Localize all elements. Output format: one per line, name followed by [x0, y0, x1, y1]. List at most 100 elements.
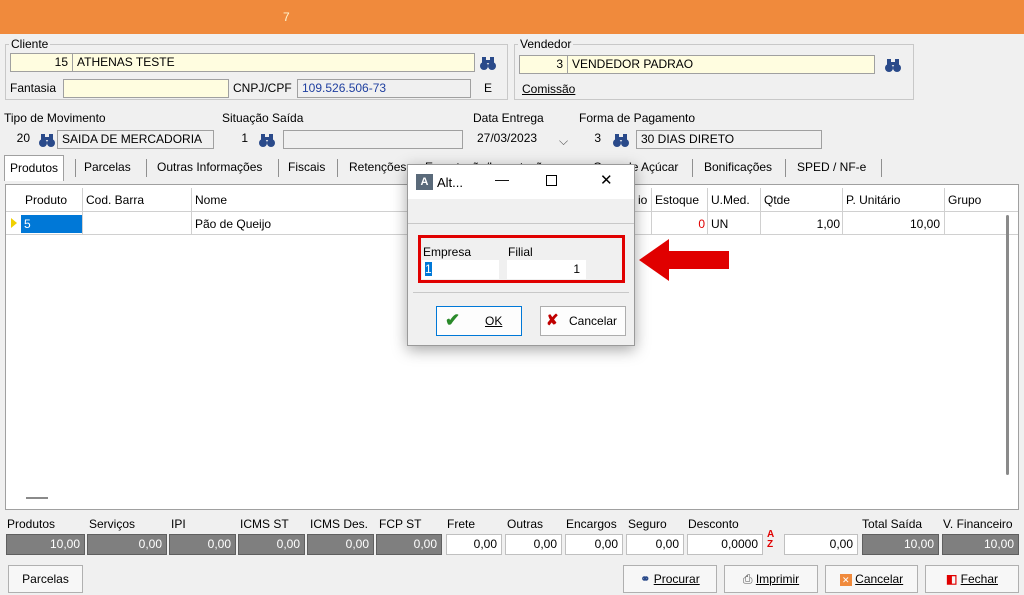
value-desconto-pct[interactable]: 0,0000 — [687, 534, 763, 555]
binoculars-icon: ⚭ — [640, 572, 651, 586]
empresa-value: 1 — [425, 262, 432, 276]
binoculars-icon[interactable] — [258, 132, 276, 148]
tab-separator — [785, 159, 786, 177]
tab-separator — [278, 159, 279, 177]
empresa-input[interactable]: 1 — [422, 260, 499, 279]
binoculars-icon[interactable] — [612, 132, 630, 148]
binoculars-icon[interactable] — [884, 57, 902, 73]
maximize-icon[interactable] — [546, 175, 557, 186]
checkmark-icon: ✔ — [445, 310, 461, 330]
tab-separator — [692, 159, 693, 177]
percent-toggle-icon[interactable]: AZ — [767, 530, 774, 550]
value-icms-st: 0,00 — [238, 534, 305, 555]
grid-line — [760, 188, 761, 234]
data-entrega-label: Data Entrega — [473, 111, 544, 125]
x-icon: ✘ — [546, 312, 559, 329]
dialog-bottom-separator — [413, 292, 629, 293]
title-bar: 7 — [0, 0, 1024, 34]
cell-qtde[interactable]: 1,00 — [764, 215, 840, 233]
record-number: 7 — [283, 10, 290, 24]
vendedor-code-field[interactable]: 3 — [519, 55, 567, 74]
fechar-label: Fechar — [960, 572, 999, 586]
cancelar-button[interactable]: ✕ Cancelar — [825, 565, 918, 593]
binoculars-icon[interactable] — [479, 55, 497, 71]
close-icon[interactable]: ✕ — [600, 171, 613, 189]
col-partial[interactable]: io — [638, 193, 647, 207]
tab-outras-informacoes[interactable]: Outras Informações — [157, 155, 262, 181]
cancelar-label: Cancelar — [855, 572, 904, 586]
value-seguro[interactable]: 0,00 — [626, 534, 684, 555]
cell-grupo[interactable] — [948, 215, 998, 233]
col-estoque[interactable]: Estoque — [655, 193, 699, 207]
cnpj-field[interactable]: 109.526.506-73 — [297, 79, 471, 98]
tipo-code-field[interactable]: 20 — [4, 130, 34, 149]
cell-estoque[interactable]: 0 — [655, 215, 705, 233]
tipo-movimento-label: Tipo de Movimento — [4, 111, 106, 125]
tab-separator — [146, 159, 147, 177]
dialog-title: Alt... — [437, 175, 464, 190]
filial-input[interactable]: 1 — [507, 260, 586, 279]
cell-umed[interactable]: UN — [711, 215, 756, 233]
imprimir-button[interactable]: ⎙ Imprimir — [724, 565, 818, 593]
chevron-down-icon[interactable]: ⌵ — [559, 134, 568, 149]
tipo-name-field: SAIDA DE MERCADORIA — [57, 130, 214, 149]
tab-parcelas[interactable]: Parcelas — [84, 155, 131, 181]
value-desconto-val[interactable]: 0,00 — [784, 534, 858, 555]
cell-produto[interactable]: 5 — [21, 215, 82, 233]
tab-produtos[interactable]: Produtos — [4, 155, 65, 181]
label-encargos: Encargos — [566, 517, 617, 531]
binoculars-icon[interactable] — [38, 132, 56, 148]
forma-code-field[interactable]: 3 — [579, 130, 605, 149]
horizontal-scrollbar[interactable] — [26, 497, 48, 499]
label-desconto: Desconto — [688, 517, 739, 531]
minimize-icon[interactable]: — — [495, 171, 509, 187]
tab-fiscais[interactable]: Fiscais — [288, 155, 325, 181]
grid-line — [944, 188, 945, 234]
cancel-button[interactable]: ✘ Cancelar — [540, 306, 626, 336]
comissao-label: Comissão — [522, 82, 576, 96]
label-icms-des: ICMS Des. — [310, 517, 369, 531]
parcelas-button[interactable]: Parcelas — [8, 565, 83, 593]
value-fcp-st: 0,00 — [376, 534, 442, 555]
red-arrow-icon — [639, 239, 729, 281]
cliente-label: Cliente — [9, 37, 51, 51]
col-punit[interactable]: P. Unitário — [846, 193, 900, 207]
grid-line — [82, 188, 83, 234]
cell-punit[interactable]: 10,00 — [846, 215, 940, 233]
cliente-name-field[interactable]: ATHENAS TESTE — [72, 53, 475, 72]
col-nome[interactable]: Nome — [195, 193, 227, 207]
e-label: E — [484, 81, 493, 95]
cancel-square-icon: ✕ — [839, 573, 852, 586]
procurar-label: Procurar — [653, 572, 700, 586]
vertical-scrollbar[interactable] — [1006, 215, 1009, 475]
label-outras: Outras — [507, 517, 544, 531]
fechar-button[interactable]: ◧ Fechar — [925, 565, 1019, 593]
fantasia-label: Fantasia — [10, 81, 57, 95]
cell-cod-barra[interactable] — [86, 215, 186, 233]
col-cod-barra[interactable]: Cod. Barra — [86, 193, 144, 207]
col-umed[interactable]: U.Med. — [711, 193, 750, 207]
ok-button[interactable]: ✔ OK — [436, 306, 522, 336]
tab-sped-nfe[interactable]: SPED / NF-e — [797, 155, 866, 181]
procurar-button[interactable]: ⚭ Procurar — [623, 565, 717, 593]
cliente-code-field[interactable]: 15 — [10, 53, 72, 72]
grid-line — [707, 188, 708, 234]
value-outras[interactable]: 0,00 — [505, 534, 562, 555]
label-produtos: Produtos — [7, 517, 56, 531]
grid-line — [651, 188, 652, 234]
label-fcp-st: FCP ST — [379, 517, 422, 531]
tab-separator — [881, 159, 882, 177]
label-frete: Frete — [447, 517, 476, 531]
forma-pagamento-label: Forma de Pagamento — [579, 111, 696, 125]
tab-retencoes[interactable]: Retenções — [349, 155, 406, 181]
tab-bonificacoes[interactable]: Bonificações — [704, 155, 772, 181]
vendedor-name-field[interactable]: VENDEDOR PADRAO — [567, 55, 875, 74]
printer-icon: ⎙ — [742, 572, 753, 586]
value-frete[interactable]: 0,00 — [446, 534, 502, 555]
col-grupo[interactable]: Grupo — [948, 193, 981, 207]
fantasia-field[interactable] — [63, 79, 229, 98]
col-produto[interactable]: Produto — [25, 193, 67, 207]
situacao-code-field[interactable]: 1 — [222, 130, 252, 149]
value-encargos[interactable]: 0,00 — [565, 534, 623, 555]
col-qtde[interactable]: Qtde — [764, 193, 790, 207]
